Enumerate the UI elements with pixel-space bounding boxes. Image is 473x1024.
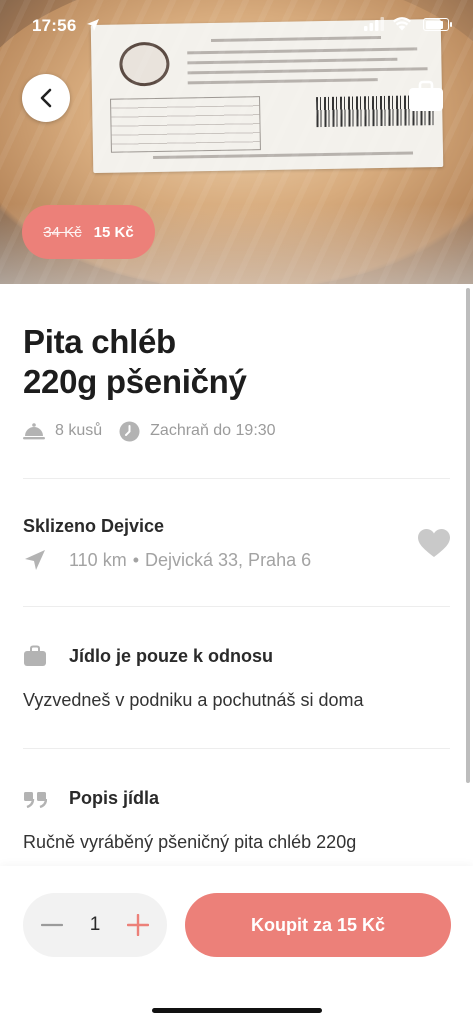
status-bar: 17:56 — [0, 0, 473, 52]
clock-icon — [118, 420, 140, 442]
divider — [23, 748, 450, 749]
decrease-button[interactable] — [41, 914, 63, 936]
shopping-bag-icon — [409, 80, 443, 111]
title-line-2: 220g pšeničný — [23, 363, 247, 400]
status-time: 17:56 — [32, 16, 77, 35]
rescue-deadline: Zachraň do 19:30 — [150, 422, 276, 439]
pickup-heading-text: Jídlo je pouze k odnosu — [69, 645, 274, 666]
shop-street-address: Dejvická 33, Praha 6 — [145, 549, 312, 570]
wifi-icon — [393, 17, 411, 31]
product-meta: 8 kusů Zachraň do 19:30 — [23, 420, 276, 442]
home-indicator[interactable] — [152, 1008, 322, 1013]
heart-icon[interactable] — [417, 528, 451, 558]
cloche-icon — [23, 420, 45, 442]
buy-button[interactable]: Koupit za 15 Kč — [185, 893, 451, 957]
quantity-value: 1 — [89, 914, 101, 935]
price-badge: 34 Kč 15 Kč — [22, 205, 155, 259]
description-text: Ručně vyráběný pšeničný pita chléb 220g — [23, 832, 357, 852]
address-separator: • — [132, 549, 140, 570]
shop-distance: 110 km — [69, 549, 127, 570]
description-heading-text: Popis jídla — [69, 787, 160, 808]
navigation-arrow-icon — [23, 548, 47, 572]
basket-button[interactable] — [406, 76, 446, 116]
quote-icon — [23, 786, 47, 810]
divider — [23, 606, 450, 607]
cellular-signal-icon — [364, 17, 384, 31]
original-price: 34 Kč — [43, 223, 82, 241]
chevron-left-icon — [40, 88, 52, 108]
divider — [23, 478, 450, 479]
discounted-price: 15 Kč — [93, 223, 134, 241]
pickup-text: Vyzvedneš v podniku a pochutnáš si doma — [23, 690, 364, 710]
pickup-heading: Jídlo je pouze k odnosu — [23, 643, 273, 669]
quantity-available: 8 kusů — [55, 422, 103, 439]
plus-icon — [126, 914, 149, 936]
back-button[interactable] — [22, 74, 70, 122]
title-line-1: Pita chléb — [23, 323, 176, 360]
shop-name[interactable]: Sklizeno Dejvice — [23, 516, 164, 537]
quantity-stepper[interactable]: 1 — [23, 893, 167, 957]
page-title: Pita chléb 220g pšeničný — [23, 322, 443, 402]
scrollbar[interactable] — [466, 288, 470, 783]
location-services-icon — [87, 19, 99, 31]
bag-icon — [23, 644, 47, 668]
minus-icon — [41, 923, 63, 927]
battery-icon — [423, 18, 452, 31]
increase-button[interactable] — [126, 914, 149, 936]
shop-address[interactable]: 110 km • Dejvická 33, Praha 6 — [23, 547, 311, 573]
description-heading: Popis jídla — [23, 785, 159, 811]
